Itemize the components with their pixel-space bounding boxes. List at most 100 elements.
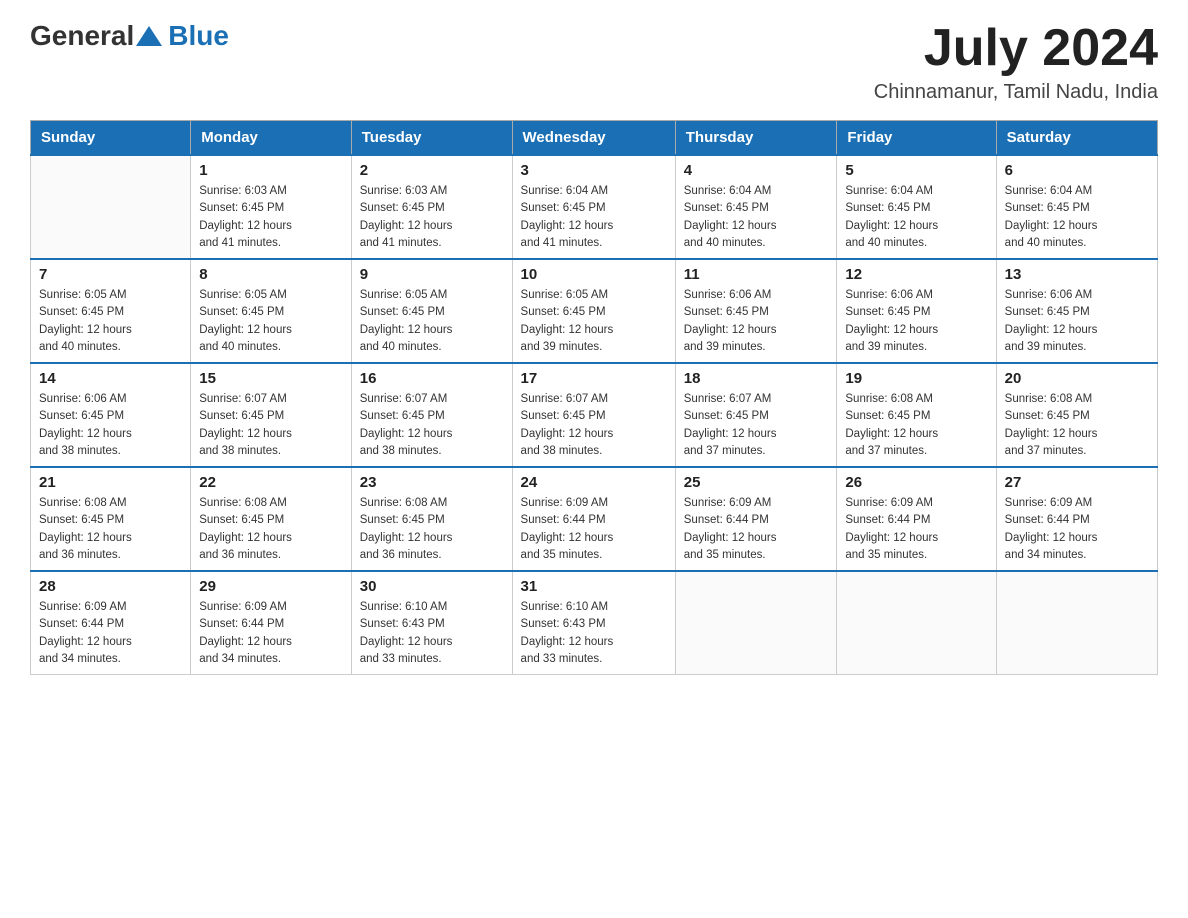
day-number: 4: [684, 162, 829, 179]
calendar-header-row: SundayMondayTuesdayWednesdayThursdayFrid…: [31, 121, 1158, 156]
calendar-cell: 28Sunrise: 6:09 AMSunset: 6:44 PMDayligh…: [31, 571, 191, 675]
day-info: Sunrise: 6:08 AMSunset: 6:45 PMDaylight:…: [360, 495, 504, 564]
day-number: 2: [360, 162, 504, 179]
calendar-cell: 17 Sunrise: 6:07 AMSunset: 6:45 PMDayligh…: [512, 363, 675, 467]
calendar-cell: 15 Sunrise: 6:07 AMSunset: 6:45 PMDayligh…: [191, 363, 352, 467]
day-number: 13: [1005, 266, 1149, 283]
day-number: 14: [39, 370, 182, 387]
calendar-cell: 22 Sunrise: 6:08 AMSunset: 6:45 PMDayligh…: [191, 467, 352, 571]
day-number: 18: [684, 370, 829, 387]
day-info: Sunrise: 6:08 AMSunset: 6:45 PMDaylight:…: [845, 391, 987, 460]
day-info: Sunrise: 6:09 AMSunset: 6:44 PMDaylight:…: [199, 599, 343, 668]
calendar-cell: 29 Sunrise: 6:09 AMSunset: 6:44 PMDayligh…: [191, 571, 352, 675]
day-info: Sunrise: 6:06 AMSunset: 6:45 PMDaylight:…: [39, 391, 182, 460]
logo-triangle-icon: [136, 26, 162, 46]
calendar-cell: 21 Sunrise: 6:08 AMSunset: 6:45 PMDayligh…: [31, 467, 191, 571]
calendar-cell: 13 Sunrise: 6:06 AMSunset: 6:45 PMDayligh…: [996, 259, 1157, 363]
day-info: Sunrise: 6:03 AMSunset: 6:45 PMDaylight:…: [199, 183, 343, 252]
day-info: Sunrise: 6:03 AMSunset: 6:45 PMDaylight:…: [360, 183, 504, 252]
calendar-cell: 3Sunrise: 6:04 AMSunset: 6:45 PMDaylight…: [512, 155, 675, 259]
day-info: Sunrise: 6:07 AMSunset: 6:45 PMDaylight:…: [521, 391, 667, 460]
month-title: July 2024: [874, 20, 1158, 77]
calendar-cell: 10 Sunrise: 6:05 AMSunset: 6:45 PMDayligh…: [512, 259, 675, 363]
calendar-day-header-saturday: Saturday: [996, 121, 1157, 156]
day-number: 20: [1005, 370, 1149, 387]
title-block: July 2024 Chinnamanur, Tamil Nadu, India: [874, 20, 1158, 104]
day-info: Sunrise: 6:05 AMSunset: 6:45 PMDaylight:…: [521, 287, 667, 356]
day-number: 21: [39, 474, 182, 491]
day-info: Sunrise: 6:07 AMSunset: 6:45 PMDaylight:…: [360, 391, 504, 460]
day-info: Sunrise: 6:04 AMSunset: 6:45 PMDaylight:…: [845, 183, 987, 252]
calendar-cell: 5 Sunrise: 6:04 AMSunset: 6:45 PMDaylight…: [837, 155, 996, 259]
calendar-week-row: 7 Sunrise: 6:05 AMSunset: 6:45 PMDaylight…: [31, 259, 1158, 363]
day-info: Sunrise: 6:09 AMSunset: 6:44 PMDaylight:…: [39, 599, 182, 668]
day-info: Sunrise: 6:09 AMSunset: 6:44 PMDaylight:…: [1005, 495, 1149, 564]
calendar-cell: [837, 571, 996, 675]
calendar-cell: 27 Sunrise: 6:09 AMSunset: 6:44 PMDayligh…: [996, 467, 1157, 571]
calendar-cell: [675, 571, 837, 675]
calendar-day-header-friday: Friday: [837, 121, 996, 156]
day-number: 3: [521, 162, 667, 179]
day-number: 23: [360, 474, 504, 491]
day-info: Sunrise: 6:06 AMSunset: 6:45 PMDaylight:…: [845, 287, 987, 356]
calendar-cell: 19 Sunrise: 6:08 AMSunset: 6:45 PMDayligh…: [837, 363, 996, 467]
logo-general: General: [30, 20, 134, 52]
day-number: 27: [1005, 474, 1149, 491]
day-number: 10: [521, 266, 667, 283]
calendar-cell: 20 Sunrise: 6:08 AMSunset: 6:45 PMDayligh…: [996, 363, 1157, 467]
location-title: Chinnamanur, Tamil Nadu, India: [874, 81, 1158, 104]
day-info: Sunrise: 6:09 AMSunset: 6:44 PMDaylight:…: [521, 495, 667, 564]
calendar-cell: 12 Sunrise: 6:06 AMSunset: 6:45 PMDayligh…: [837, 259, 996, 363]
day-number: 26: [845, 474, 987, 491]
day-info: Sunrise: 6:08 AMSunset: 6:45 PMDaylight:…: [1005, 391, 1149, 460]
day-info: Sunrise: 6:05 AMSunset: 6:45 PMDaylight:…: [360, 287, 504, 356]
calendar-cell: 4 Sunrise: 6:04 AMSunset: 6:45 PMDaylight…: [675, 155, 837, 259]
calendar-cell: 14 Sunrise: 6:06 AMSunset: 6:45 PMDayligh…: [31, 363, 191, 467]
day-number: 6: [1005, 162, 1149, 179]
day-number: 19: [845, 370, 987, 387]
calendar-week-row: 21 Sunrise: 6:08 AMSunset: 6:45 PMDayligh…: [31, 467, 1158, 571]
day-number: 17: [521, 370, 667, 387]
day-number: 15: [199, 370, 343, 387]
calendar-day-header-monday: Monday: [191, 121, 352, 156]
calendar-day-header-wednesday: Wednesday: [512, 121, 675, 156]
day-number: 8: [199, 266, 343, 283]
day-number: 1: [199, 162, 343, 179]
calendar-week-row: 28Sunrise: 6:09 AMSunset: 6:44 PMDayligh…: [31, 571, 1158, 675]
day-number: 9: [360, 266, 504, 283]
day-info: Sunrise: 6:06 AMSunset: 6:45 PMDaylight:…: [684, 287, 829, 356]
day-info: Sunrise: 6:08 AMSunset: 6:45 PMDaylight:…: [39, 495, 182, 564]
day-number: 25: [684, 474, 829, 491]
day-info: Sunrise: 6:04 AMSunset: 6:45 PMDaylight:…: [1005, 183, 1149, 252]
calendar-cell: 2 Sunrise: 6:03 AMSunset: 6:45 PMDaylight…: [351, 155, 512, 259]
day-info: Sunrise: 6:07 AMSunset: 6:45 PMDaylight:…: [684, 391, 829, 460]
calendar-cell: 31Sunrise: 6:10 AMSunset: 6:43 PMDayligh…: [512, 571, 675, 675]
day-info: Sunrise: 6:04 AMSunset: 6:45 PMDaylight:…: [684, 183, 829, 252]
day-info: Sunrise: 6:10 AMSunset: 6:43 PMDaylight:…: [360, 599, 504, 668]
calendar-week-row: 1 Sunrise: 6:03 AMSunset: 6:45 PMDaylight…: [31, 155, 1158, 259]
day-info: Sunrise: 6:05 AMSunset: 6:45 PMDaylight:…: [39, 287, 182, 356]
day-number: 11: [684, 266, 829, 283]
day-number: 12: [845, 266, 987, 283]
day-info: Sunrise: 6:06 AMSunset: 6:45 PMDaylight:…: [1005, 287, 1149, 356]
day-number: 7: [39, 266, 182, 283]
calendar-cell: 9 Sunrise: 6:05 AMSunset: 6:45 PMDaylight…: [351, 259, 512, 363]
page-header: General Blue July 2024 Chinnamanur, Tami…: [30, 20, 1158, 104]
day-number: 16: [360, 370, 504, 387]
calendar-cell: 23 Sunrise: 6:08 AMSunset: 6:45 PMDayligh…: [351, 467, 512, 571]
logo: General Blue: [30, 20, 229, 52]
day-number: 31: [521, 578, 667, 595]
calendar-day-header-sunday: Sunday: [31, 121, 191, 156]
day-info: Sunrise: 6:09 AMSunset: 6:44 PMDaylight:…: [684, 495, 829, 564]
calendar-cell: 26Sunrise: 6:09 AMSunset: 6:44 PMDayligh…: [837, 467, 996, 571]
calendar-cell: 6 Sunrise: 6:04 AMSunset: 6:45 PMDaylight…: [996, 155, 1157, 259]
day-number: 5: [845, 162, 987, 179]
day-number: 29: [199, 578, 343, 595]
day-info: Sunrise: 6:05 AMSunset: 6:45 PMDaylight:…: [199, 287, 343, 356]
calendar-cell: 25 Sunrise: 6:09 AMSunset: 6:44 PMDayligh…: [675, 467, 837, 571]
day-info: Sunrise: 6:08 AMSunset: 6:45 PMDaylight:…: [199, 495, 343, 564]
day-number: 22: [199, 474, 343, 491]
calendar-cell: 8 Sunrise: 6:05 AMSunset: 6:45 PMDaylight…: [191, 259, 352, 363]
day-info: Sunrise: 6:07 AMSunset: 6:45 PMDaylight:…: [199, 391, 343, 460]
calendar-cell: 24Sunrise: 6:09 AMSunset: 6:44 PMDayligh…: [512, 467, 675, 571]
